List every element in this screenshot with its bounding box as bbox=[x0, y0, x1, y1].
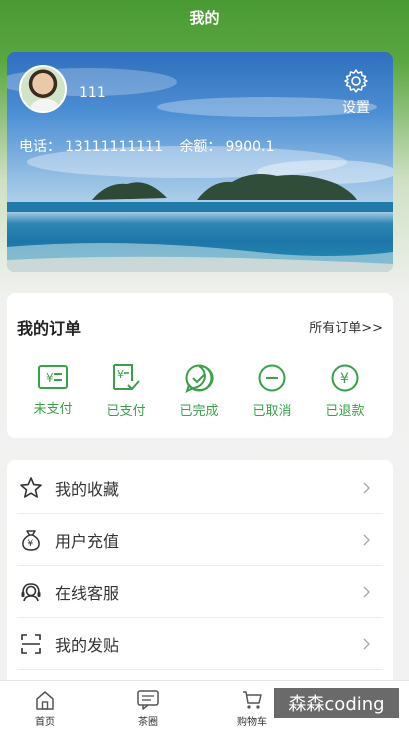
chat-icon bbox=[137, 690, 159, 710]
order-status-label: 未支付 bbox=[33, 402, 73, 417]
tab-label: 购物车 bbox=[237, 717, 267, 728]
menu-list: 我的收藏 ¥ 用户充值 在线客服 我的发贴 bbox=[7, 460, 393, 690]
menu-item-favorites[interactable]: 我的收藏 bbox=[17, 462, 383, 514]
balance-value: 9900.1 bbox=[225, 139, 275, 155]
order-status-label: 已退款 bbox=[325, 404, 365, 419]
chevron-right-icon bbox=[363, 638, 370, 649]
phone-label: 电话： bbox=[19, 139, 61, 155]
order-status-label: 已取消 bbox=[252, 404, 292, 419]
watermark-label: 森森coding bbox=[274, 688, 399, 718]
contact-info: 电话： 13111111111 余额： 9900.1 bbox=[19, 136, 278, 156]
cancelled-icon bbox=[258, 364, 286, 392]
order-status-refunded[interactable]: ¥ 已退款 bbox=[315, 363, 375, 419]
menu-item-label: 我的收藏 bbox=[55, 479, 120, 499]
completed-icon bbox=[185, 364, 214, 393]
gear-icon bbox=[344, 69, 368, 93]
tab-tea-circle[interactable]: 茶圈 bbox=[118, 689, 178, 728]
settings-button[interactable]: 设置 bbox=[333, 68, 379, 117]
avatar[interactable] bbox=[19, 65, 67, 113]
cart-icon bbox=[243, 691, 262, 709]
chevron-right-icon bbox=[363, 534, 370, 545]
phone-value: 13111111111 bbox=[65, 139, 163, 155]
order-status-completed[interactable]: 已完成 bbox=[169, 363, 229, 419]
menu-item-label: 我的发贴 bbox=[55, 635, 120, 655]
paid-icon: ¥ bbox=[113, 364, 140, 391]
orders-title: 我的订单 bbox=[17, 319, 82, 338]
tab-label: 茶圈 bbox=[138, 717, 158, 728]
headset-icon bbox=[21, 582, 41, 601]
all-orders-link[interactable]: 所有订单>> bbox=[309, 317, 383, 336]
scan-frame-icon bbox=[21, 633, 41, 654]
money-bag-icon: ¥ bbox=[22, 529, 40, 551]
profile-banner: 111 设置 电话： 13111111111 余额： 9900.1 bbox=[7, 52, 393, 272]
orders-card: 我的订单 所有订单>> ¥ 未支付 ¥ 已支付 已完成 已取消 ¥ 已退款 bbox=[7, 293, 393, 438]
svg-text:¥: ¥ bbox=[117, 368, 124, 381]
menu-item-my-posts[interactable]: 我的发贴 bbox=[17, 618, 383, 670]
svg-text:¥: ¥ bbox=[28, 539, 34, 549]
svg-text:¥: ¥ bbox=[46, 371, 54, 385]
menu-item-label: 在线客服 bbox=[55, 583, 120, 603]
home-icon bbox=[36, 691, 54, 710]
order-status-unpaid[interactable]: ¥ 未支付 bbox=[23, 363, 83, 417]
unpaid-icon: ¥ bbox=[38, 365, 68, 389]
username: 111 bbox=[79, 85, 106, 101]
order-status-label: 已完成 bbox=[179, 404, 219, 419]
order-status-label: 已支付 bbox=[106, 404, 146, 419]
order-status-paid[interactable]: ¥ 已支付 bbox=[96, 363, 156, 419]
order-status-cancelled[interactable]: 已取消 bbox=[242, 363, 302, 419]
balance-label: 余额： bbox=[179, 139, 222, 155]
settings-label: 设置 bbox=[342, 100, 370, 116]
page-title: 我的 bbox=[189, 8, 220, 27]
chevron-right-icon bbox=[363, 586, 370, 597]
menu-item-recharge[interactable]: ¥ 用户充值 bbox=[17, 514, 383, 566]
refunded-icon: ¥ bbox=[331, 364, 359, 392]
chevron-right-icon bbox=[363, 482, 370, 493]
star-icon bbox=[20, 476, 42, 498]
menu-item-label: 用户充值 bbox=[55, 531, 120, 551]
menu-item-customer-service[interactable]: 在线客服 bbox=[17, 566, 383, 618]
tab-label: 首页 bbox=[35, 717, 55, 728]
svg-text:¥: ¥ bbox=[340, 371, 349, 387]
tab-home[interactable]: 首页 bbox=[15, 689, 75, 728]
tab-cart[interactable]: 购物车 bbox=[222, 689, 282, 728]
